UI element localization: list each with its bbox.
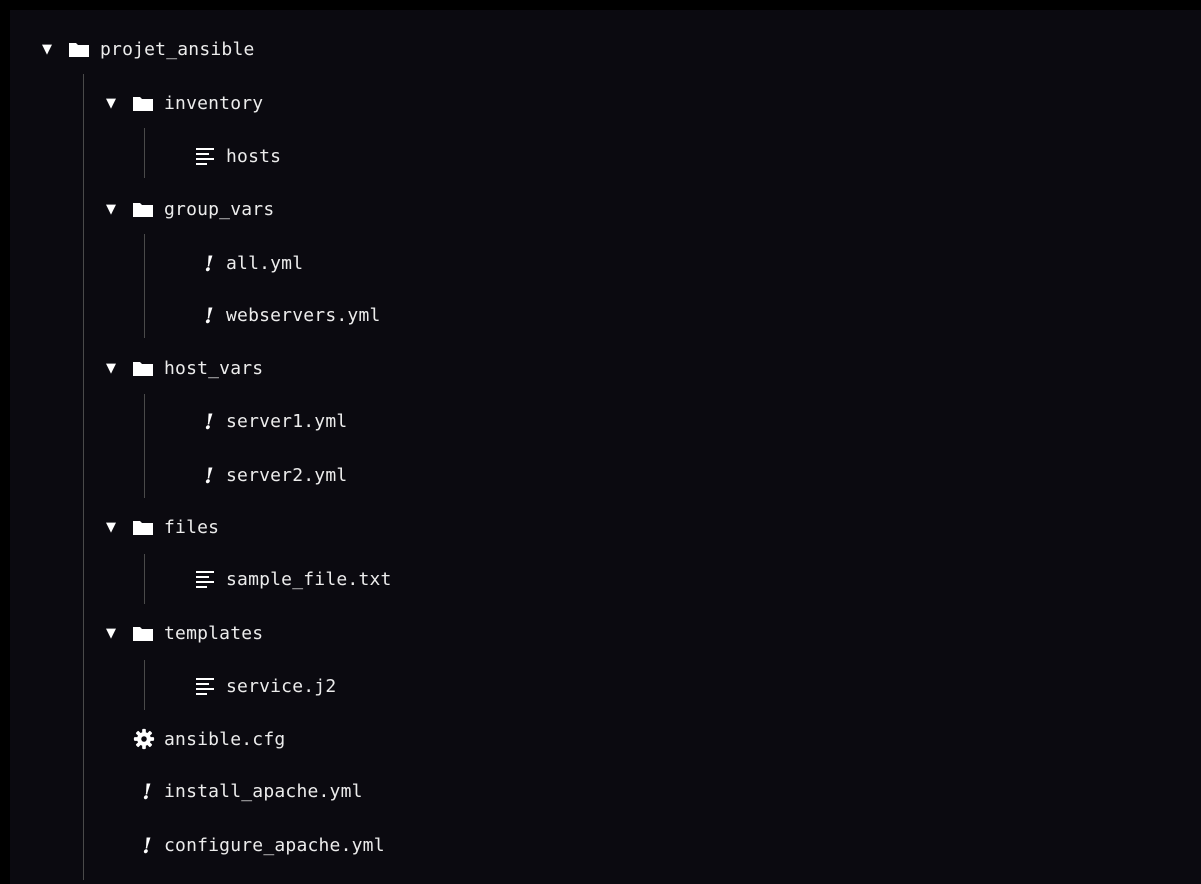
folder-icon (132, 83, 154, 123)
tree-item-label: server2.yml (226, 464, 348, 486)
tree-folder-templates[interactable]: ▼ templates (106, 613, 263, 653)
chevron-down-icon[interactable]: ▼ (42, 29, 66, 69)
indent-guide-inventory (144, 128, 145, 178)
tree-item-label: install_apache.yml (164, 780, 363, 802)
text-lines-icon (194, 666, 216, 706)
text-lines-icon (194, 559, 216, 599)
yaml-exclamation-icon: ! (142, 832, 152, 858)
indent-guide-host-vars (144, 394, 145, 498)
tree-file-sample-file-txt[interactable]: sample_file.txt (194, 559, 392, 599)
indent-guide-root (83, 74, 84, 880)
tree-file-configure-apache-yml[interactable]: ! configure_apache.yml (132, 825, 385, 865)
yaml-exclamation-icon: ! (204, 302, 214, 328)
folder-icon (68, 29, 90, 69)
folder-icon (132, 507, 154, 547)
chevron-down-icon[interactable]: ▼ (106, 189, 130, 229)
chevron-down-icon[interactable]: ▼ (106, 613, 130, 653)
file-tree-panel: ▼ projet_ansible ▼ inventory hosts ▼ gro… (10, 10, 1201, 884)
tree-item-label: sample_file.txt (226, 568, 392, 590)
tree-item-label: inventory (164, 92, 264, 114)
tree-file-server1-yml[interactable]: ! server1.yml (194, 401, 347, 441)
tree-file-install-apache-yml[interactable]: ! install_apache.yml (132, 771, 363, 811)
tree-folder-projet-ansible[interactable]: ▼ projet_ansible (42, 29, 255, 69)
tree-item-label: host_vars (164, 357, 264, 379)
tree-folder-files[interactable]: ▼ files (106, 507, 219, 547)
folder-icon (132, 348, 154, 388)
tree-item-label: configure_apache.yml (164, 834, 385, 856)
indent-guide-group-vars (144, 234, 145, 338)
text-lines-icon (194, 136, 216, 176)
tree-file-server2-yml[interactable]: ! server2.yml (194, 455, 347, 495)
tree-item-label: service.j2 (226, 675, 337, 697)
chevron-down-icon[interactable]: ▼ (106, 348, 130, 388)
tree-file-webservers-yml[interactable]: ! webservers.yml (194, 295, 381, 335)
chevron-down-icon[interactable]: ▼ (106, 83, 130, 123)
tree-item-label: server1.yml (226, 410, 348, 432)
tree-item-label: ansible.cfg (164, 728, 286, 750)
tree-item-label: projet_ansible (100, 38, 255, 60)
tree-file-service-j2[interactable]: service.j2 (194, 666, 336, 706)
tree-folder-inventory[interactable]: ▼ inventory (106, 83, 263, 123)
yaml-exclamation-icon: ! (142, 778, 152, 804)
yaml-exclamation-icon: ! (204, 462, 214, 488)
tree-folder-host-vars[interactable]: ▼ host_vars (106, 348, 263, 388)
tree-item-label: templates (164, 622, 264, 644)
tree-item-label: files (164, 516, 220, 538)
folder-icon (132, 189, 154, 229)
tree-item-label: webservers.yml (226, 304, 381, 326)
chevron-down-icon[interactable]: ▼ (106, 507, 130, 547)
gear-icon (132, 719, 156, 759)
tree-file-hosts[interactable]: hosts (194, 136, 281, 176)
tree-file-all-yml[interactable]: ! all.yml (194, 243, 303, 283)
tree-folder-group-vars[interactable]: ▼ group_vars (106, 189, 274, 229)
folder-icon (132, 613, 154, 653)
tree-item-label: hosts (226, 145, 282, 167)
tree-file-ansible-cfg[interactable]: ansible.cfg (132, 719, 285, 759)
yaml-exclamation-icon: ! (204, 408, 214, 434)
tree-item-label: group_vars (164, 198, 275, 220)
yaml-exclamation-icon: ! (204, 250, 214, 276)
tree-item-label: all.yml (226, 252, 304, 274)
indent-guide-templates (144, 660, 145, 710)
indent-guide-files (144, 554, 145, 604)
